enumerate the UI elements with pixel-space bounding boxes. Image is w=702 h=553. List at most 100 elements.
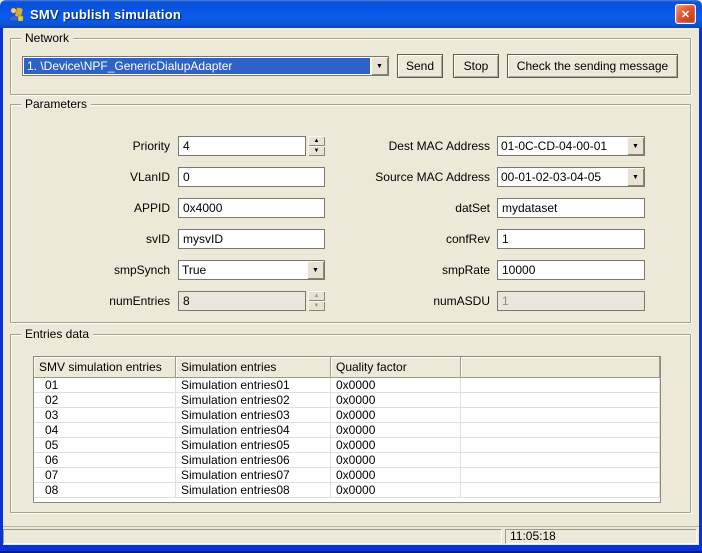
cell-entry-id: 07	[34, 468, 176, 483]
cell-empty	[461, 438, 660, 453]
clock-time: 11:05:18	[510, 529, 556, 543]
confrev-label: confRev	[320, 229, 490, 249]
table-row[interactable]: 02 Simulation entries02 0x0000	[34, 393, 660, 408]
cell-sim-entry: Simulation entries01	[176, 378, 331, 393]
network-group-label: Network	[21, 31, 73, 45]
chevron-down-icon: ▼	[632, 143, 639, 150]
cell-sim-entry: Simulation entries02	[176, 393, 331, 408]
dialog-window: SMV publish simulation ✕ Network 1. \Dev…	[0, 0, 702, 553]
cell-entry-id: 08	[34, 483, 176, 498]
column-header-smv-simulation-entries[interactable]: SMV simulation entries	[34, 357, 176, 378]
smprate-label: smpRate	[320, 260, 490, 280]
appid-label: APPID	[20, 198, 170, 218]
smpsynch-combobox[interactable]: True ▼	[178, 260, 325, 280]
datset-field[interactable]: mydataset	[497, 198, 645, 218]
entries-table: SMV simulation entries Simulation entrie…	[33, 356, 661, 503]
entries-table-header: SMV simulation entries Simulation entrie…	[34, 357, 660, 378]
smprate-field[interactable]: 10000	[497, 260, 645, 280]
chevron-down-icon: ▼	[376, 63, 383, 70]
smpsynch-value: True	[179, 261, 307, 279]
stop-button[interactable]: Stop	[453, 54, 499, 78]
table-row[interactable]: 07 Simulation entries07 0x0000	[34, 468, 660, 483]
cell-empty	[461, 483, 660, 498]
window-title: SMV publish simulation	[30, 7, 181, 22]
send-button-label: Send	[406, 59, 434, 73]
cell-entry-id: 03	[34, 408, 176, 423]
title-bar[interactable]: SMV publish simulation ✕	[0, 0, 702, 28]
dest-mac-combobox[interactable]: 01-0C-CD-04-00-01 ▼	[497, 136, 645, 156]
source-mac-combobox[interactable]: 00-01-02-03-04-05 ▼	[497, 167, 645, 187]
cell-sim-entry: Simulation entries07	[176, 468, 331, 483]
cell-empty	[461, 423, 660, 438]
cell-entry-id: 01	[34, 378, 176, 393]
appid-field[interactable]: 0x4000	[178, 198, 325, 218]
table-row[interactable]: 06 Simulation entries06 0x0000	[34, 453, 660, 468]
entries-group-label: Entries data	[21, 327, 93, 341]
source-mac-value: 00-01-02-03-04-05	[498, 168, 627, 186]
svid-field[interactable]: mysvID	[178, 229, 325, 249]
cell-empty	[461, 408, 660, 423]
svid-label: svID	[20, 229, 170, 249]
numentries-label: numEntries	[20, 291, 170, 311]
table-row[interactable]: 01 Simulation entries01 0x0000	[34, 378, 660, 393]
status-panel-time: 11:05:18	[505, 529, 697, 544]
cell-quality: 0x0000	[331, 453, 461, 468]
send-button[interactable]: Send	[397, 54, 443, 78]
cell-empty	[461, 468, 660, 483]
cell-entry-id: 02	[34, 393, 176, 408]
status-panel-left	[3, 529, 502, 544]
chevron-down-icon: ▼	[312, 267, 319, 274]
close-icon: ✕	[681, 8, 690, 21]
network-adapter-value: 1. \Device\NPF_GenericDialupAdapter	[24, 58, 370, 74]
app-icon	[8, 6, 24, 22]
chevron-down-icon: ▼	[632, 174, 639, 181]
table-row[interactable]: 03 Simulation entries03 0x0000	[34, 408, 660, 423]
cell-sim-entry: Simulation entries08	[176, 483, 331, 498]
dest-mac-dropdown-button[interactable]: ▼	[627, 137, 644, 155]
table-row[interactable]: 08 Simulation entries08 0x0000	[34, 483, 660, 498]
numasdu-label: numASDU	[320, 291, 490, 311]
cell-quality: 0x0000	[331, 393, 461, 408]
check-sending-message-button[interactable]: Check the sending message	[507, 54, 678, 78]
vlanid-label: VLanID	[20, 167, 170, 187]
network-adapter-dropdown-button[interactable]: ▼	[371, 57, 388, 75]
cell-sim-entry: Simulation entries05	[176, 438, 331, 453]
table-row[interactable]: 04 Simulation entries04 0x0000	[34, 423, 660, 438]
source-mac-label: Source MAC Address	[320, 167, 490, 187]
check-sending-message-label: Check the sending message	[517, 59, 668, 73]
cell-entry-id: 05	[34, 438, 176, 453]
column-header-empty[interactable]	[461, 357, 660, 378]
window-border-bottom	[0, 545, 702, 553]
cell-quality: 0x0000	[331, 378, 461, 393]
numentries-field: 8	[178, 291, 306, 311]
cell-quality: 0x0000	[331, 408, 461, 423]
confrev-field[interactable]: 1	[497, 229, 645, 249]
vlanid-field[interactable]: 0	[178, 167, 325, 187]
cell-sim-entry: Simulation entries06	[176, 453, 331, 468]
column-header-simulation-entries[interactable]: Simulation entries	[176, 357, 331, 378]
numasdu-field: 1	[497, 291, 645, 311]
priority-field[interactable]: 4	[178, 136, 306, 156]
smpsynch-label: smpSynch	[20, 260, 170, 280]
network-adapter-combobox[interactable]: 1. \Device\NPF_GenericDialupAdapter ▼	[22, 56, 389, 76]
cell-quality: 0x0000	[331, 423, 461, 438]
cell-empty	[461, 378, 660, 393]
cell-sim-entry: Simulation entries03	[176, 408, 331, 423]
status-bar: 11:05:18	[3, 527, 699, 545]
cell-entry-id: 04	[34, 423, 176, 438]
table-row[interactable]: 05 Simulation entries05 0x0000	[34, 438, 660, 453]
close-button[interactable]: ✕	[675, 4, 696, 24]
cell-quality: 0x0000	[331, 438, 461, 453]
cell-sim-entry: Simulation entries04	[176, 423, 331, 438]
cell-empty	[461, 453, 660, 468]
stop-button-label: Stop	[464, 59, 489, 73]
column-header-quality-factor[interactable]: Quality factor	[331, 357, 461, 378]
cell-empty	[461, 393, 660, 408]
cell-quality: 0x0000	[331, 468, 461, 483]
source-mac-dropdown-button[interactable]: ▼	[627, 168, 644, 186]
priority-label: Priority	[20, 136, 170, 156]
parameters-group-label: Parameters	[21, 97, 91, 111]
cell-quality: 0x0000	[331, 483, 461, 498]
datset-label: datSet	[320, 198, 490, 218]
cell-entry-id: 06	[34, 453, 176, 468]
